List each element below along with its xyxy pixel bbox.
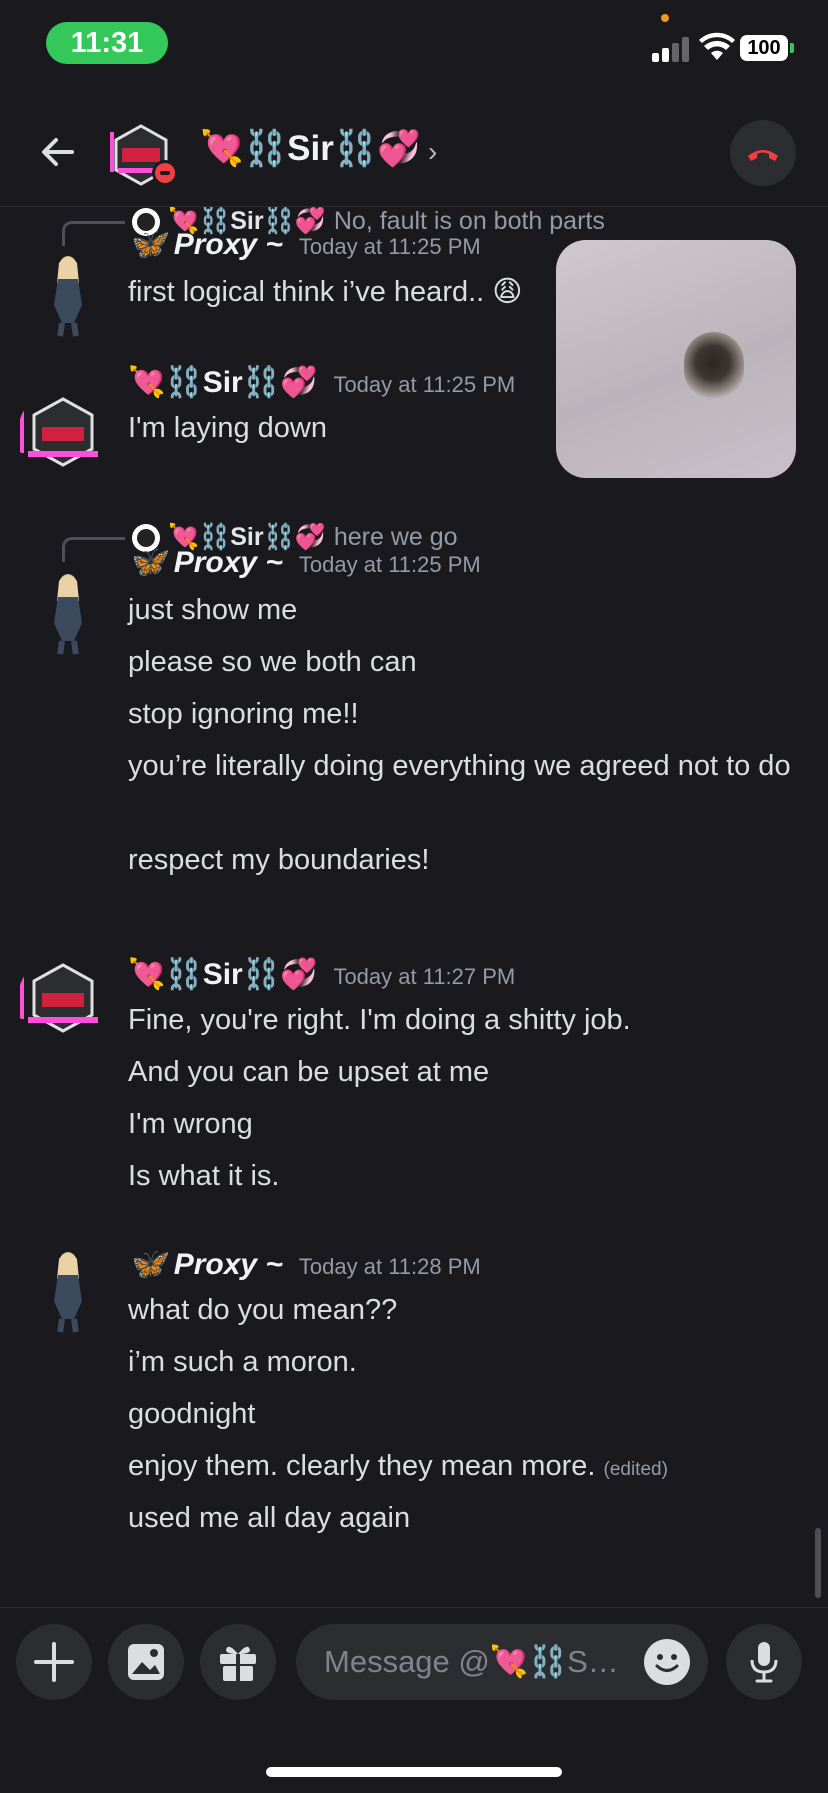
message-text[interactable]: goodnight: [128, 1393, 798, 1435]
image-icon: [128, 1644, 164, 1680]
signal-icon: [652, 36, 690, 62]
message-text[interactable]: Fine, you're right. I'm doing a shitty j…: [128, 999, 798, 1041]
message-text[interactable]: respect my boundaries!: [128, 839, 798, 881]
message-placeholder: Message @💘⛓️Sir⛓️💞: [324, 1644, 624, 1679]
author-name[interactable]: 💘⛓️Sir⛓️💞: [128, 957, 317, 992]
mic-indicator: [661, 14, 669, 22]
status-bar: 11:31 100: [0, 0, 828, 90]
message-header: 🦋 Proxy ~ Today at 11:25 PM: [128, 545, 481, 580]
end-call-button[interactable]: [730, 120, 796, 186]
message-text[interactable]: used me all day again: [128, 1497, 798, 1539]
message-line: enjoy them. clearly they mean more.: [128, 1450, 596, 1482]
author-name[interactable]: 🦋 Proxy ~: [128, 545, 283, 580]
edited-label: (edited): [603, 1459, 668, 1480]
author-name[interactable]: 💘⛓️Sir⛓️💞: [128, 365, 317, 400]
message-text[interactable]: And you can be upset at me: [128, 1051, 798, 1093]
plus-icon: [34, 1642, 74, 1682]
timestamp: Today at 11:25 PM: [298, 234, 481, 259]
proxy-avatar[interactable]: [30, 571, 106, 655]
add-button[interactable]: [16, 1624, 92, 1700]
message-text[interactable]: stop ignoring me!!: [128, 693, 798, 735]
back-arrow-icon[interactable]: [36, 130, 80, 174]
header-username[interactable]: 💘⛓️Sir⛓️💞: [200, 128, 421, 169]
hang-up-icon: [748, 150, 778, 161]
dnd-status-icon: [152, 160, 178, 186]
image-button[interactable]: [108, 1624, 184, 1700]
message-header: 💘⛓️Sir⛓️💞 Today at 11:27 PM: [128, 957, 515, 992]
message-text[interactable]: please so we both can: [128, 641, 798, 683]
proxy-avatar[interactable]: [30, 1249, 106, 1333]
gift-icon: [220, 1646, 256, 1681]
message-header: 🦋 Proxy ~ Today at 11:28 PM: [128, 1247, 481, 1282]
author-name[interactable]: 🦋 Proxy ~: [128, 227, 283, 262]
video-content: [684, 332, 744, 400]
message-input[interactable]: Message @💘⛓️Sir⛓️💞: [296, 1624, 708, 1700]
timestamp: Today at 11:25 PM: [333, 372, 516, 397]
wifi-icon: [699, 32, 735, 60]
message-text[interactable]: enjoy them. clearly they mean more. (edi…: [128, 1445, 798, 1491]
battery-icon: 100: [740, 35, 788, 61]
microphone-icon: [750, 1642, 778, 1683]
timestamp: Today at 11:27 PM: [333, 964, 516, 989]
scrollbar[interactable]: [815, 1528, 821, 1598]
message-text[interactable]: Is what it is.: [128, 1155, 798, 1197]
timestamp: Today at 11:25 PM: [298, 552, 481, 577]
timestamp: Today at 11:28 PM: [298, 1254, 481, 1279]
video-pip[interactable]: [556, 240, 796, 478]
dm-header: 💘⛓️Sir⛓️💞 ›: [0, 100, 828, 207]
message-text[interactable]: what do you mean??: [128, 1289, 798, 1331]
message-text[interactable]: just show me: [128, 589, 798, 631]
message-text[interactable]: i’m such a moron.: [128, 1341, 798, 1383]
home-indicator[interactable]: [266, 1767, 562, 1777]
chevron-right-icon[interactable]: ›: [428, 136, 437, 168]
message-text[interactable]: I'm wrong: [128, 1103, 798, 1145]
message-header: 🦋 Proxy ~ Today at 11:25 PM: [128, 227, 481, 262]
voice-button[interactable]: [726, 1624, 802, 1700]
clock: 11:31: [46, 22, 168, 64]
smile-icon: [655, 1654, 679, 1672]
battery-tip: [790, 43, 794, 53]
author-name[interactable]: 🦋 Proxy ~: [128, 1247, 283, 1282]
sir-avatar[interactable]: [18, 393, 108, 477]
proxy-avatar[interactable]: [30, 253, 106, 337]
message-header: 💘⛓️Sir⛓️💞 Today at 11:25 PM: [128, 365, 515, 400]
emoji-icon[interactable]: [644, 1639, 690, 1685]
sir-avatar[interactable]: [18, 959, 108, 1043]
message-text[interactable]: you’re literally doing everything we agr…: [128, 745, 798, 787]
reply-connector: [62, 221, 125, 246]
gift-button[interactable]: [200, 1624, 276, 1700]
reply-connector: [62, 537, 125, 562]
composer-bar: Message @💘⛓️Sir⛓️💞: [0, 1607, 828, 1793]
